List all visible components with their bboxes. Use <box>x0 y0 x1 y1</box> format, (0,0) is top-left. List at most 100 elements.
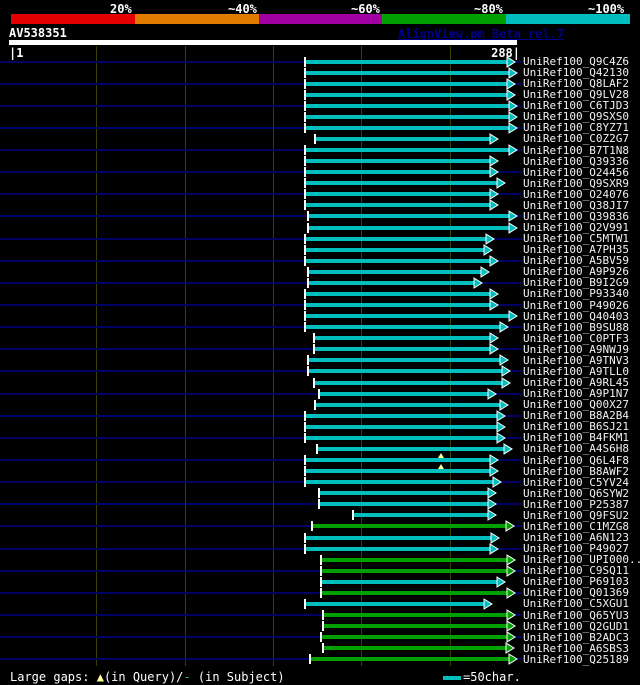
alignment-bar[interactable] <box>308 358 503 363</box>
arrowhead-icon <box>489 254 499 267</box>
alignment-bar[interactable] <box>304 469 492 474</box>
alignment-bar[interactable] <box>310 657 511 662</box>
alignment-start-tick <box>303 532 306 543</box>
query-gap-marker <box>438 452 444 458</box>
alignment-bar[interactable] <box>319 502 490 507</box>
alignment-bar[interactable] <box>320 568 510 573</box>
alignment-start-tick <box>318 499 320 510</box>
hit-label[interactable]: UniRef100_C0Z2G7 <box>523 133 629 144</box>
alignment-bar[interactable] <box>304 81 510 86</box>
hit-label[interactable]: UniRef100_Q2GUD1 <box>523 621 629 632</box>
hit-label[interactable]: UniRef100_Q65YU3 <box>523 610 629 621</box>
alignment-bar[interactable] <box>304 480 496 485</box>
alignment-bar[interactable] <box>304 92 510 97</box>
arrowhead-icon <box>487 387 497 400</box>
alignment-bar[interactable] <box>304 247 487 252</box>
alignment-bar[interactable] <box>304 125 511 130</box>
alignment-bar[interactable] <box>308 214 511 219</box>
hit-label[interactable]: UniRef100_Q6L4F8 <box>523 455 629 466</box>
alignment-start-tick <box>303 122 306 133</box>
hit-label[interactable]: UniRef100_A4S6H8 <box>523 443 629 454</box>
alignment-bar[interactable] <box>304 291 492 296</box>
alignment-bar[interactable] <box>320 590 510 595</box>
alignment-bar[interactable] <box>313 336 492 341</box>
alignment-bar[interactable] <box>308 269 483 274</box>
alignment-bar[interactable] <box>304 314 511 319</box>
alignment-bar[interactable] <box>352 513 490 518</box>
alignment-start-tick <box>312 377 315 388</box>
alignment-bar[interactable] <box>304 59 510 64</box>
alignment-bar[interactable] <box>304 181 499 186</box>
alignment-bar[interactable] <box>304 435 499 440</box>
alignment-bar[interactable] <box>304 148 511 153</box>
hit-label[interactable]: UniRef100_Q40403 <box>523 311 629 322</box>
alignment-start-tick <box>303 288 306 299</box>
alignment-bar[interactable] <box>320 635 510 640</box>
alignment-bar[interactable] <box>319 491 490 496</box>
alignment-bar[interactable] <box>313 347 492 352</box>
alignment-bar[interactable] <box>308 280 476 285</box>
alignment-bar[interactable] <box>304 601 487 606</box>
hit-label[interactable]: UniRef100_C5XGU1 <box>523 598 629 609</box>
alignment-start-tick <box>314 133 317 144</box>
hit-label[interactable]: UniRef100_B2ADC3 <box>523 632 629 643</box>
alignment-start-tick <box>316 443 319 454</box>
hit-label[interactable]: UniRef100_Q39336 <box>523 156 629 167</box>
alignment-row: UniRef100_C5YV24 <box>0 476 640 489</box>
alignment-bar[interactable] <box>304 325 503 330</box>
alignment-row: UniRef100_Q40403 <box>0 310 640 323</box>
alignment-bar[interactable] <box>313 380 504 385</box>
alignment-start-tick <box>309 654 312 665</box>
alignment-bar[interactable] <box>304 170 492 175</box>
alignment-bar[interactable] <box>304 203 492 208</box>
alignment-bar[interactable] <box>320 557 510 562</box>
arrowhead-icon <box>508 221 518 234</box>
alignment-bar[interactable] <box>320 579 499 584</box>
alignment-start-tick <box>303 432 306 443</box>
alignment-bar[interactable] <box>304 413 499 418</box>
hit-label[interactable]: UniRef100_B8AWF2 <box>523 466 629 477</box>
alignment-row: UniRef100_P49026 <box>0 299 640 311</box>
alignment-bar[interactable] <box>319 391 490 396</box>
hit-label[interactable]: UniRef100_Q25189 <box>523 654 629 665</box>
alignment-start-tick <box>303 145 306 156</box>
alignment-start-tick <box>303 78 306 89</box>
watermark-link[interactable]: AlignView.pm Beta rel.7 <box>398 27 564 41</box>
alignment-start-tick <box>303 156 306 167</box>
alignment-bar[interactable] <box>311 524 508 529</box>
alignment-bar[interactable] <box>304 535 494 540</box>
hit-label[interactable]: UniRef100_C5YV24 <box>523 477 629 488</box>
identity-scale-tick-label: ~80% <box>474 2 503 16</box>
arrowhead-icon <box>489 299 499 311</box>
alignment-bar[interactable] <box>304 114 511 119</box>
alignment-start-tick <box>303 455 306 466</box>
alignment-bar[interactable] <box>304 458 492 463</box>
alignment-bar[interactable] <box>304 70 511 75</box>
alignment-start-tick <box>319 576 322 587</box>
alignment-start-tick <box>303 421 306 432</box>
alignment-bar[interactable] <box>322 613 510 617</box>
alignment-bar[interactable] <box>304 159 492 164</box>
alignment-bar[interactable] <box>304 303 492 308</box>
alignment-row: UniRef100_B2ADC3 <box>0 631 640 644</box>
alignment-bar[interactable] <box>304 236 488 241</box>
alignment-row: UniRef100_B7T1N8 <box>0 144 640 156</box>
hit-label[interactable]: UniRef100_P49026 <box>523 300 629 311</box>
alignment-bar[interactable] <box>304 546 492 551</box>
alignment-bar[interactable] <box>315 402 503 407</box>
arrowhead-icon <box>506 586 517 599</box>
alignment-bar[interactable] <box>304 258 492 263</box>
legend: Large gaps: ▲(in Query)/- (in Subject) =… <box>0 669 640 685</box>
alignment-bar[interactable] <box>304 424 499 429</box>
alignment-bar[interactable] <box>322 624 510 629</box>
hit-label[interactable]: UniRef100_P93340 <box>523 288 629 299</box>
alignment-bar[interactable] <box>304 103 511 108</box>
alignment-bar[interactable] <box>317 446 506 451</box>
alignment-bar[interactable] <box>322 646 508 651</box>
alignment-start-tick <box>321 610 324 620</box>
hit-label[interactable]: UniRef100_B7T1N8 <box>523 145 629 156</box>
alignment-bar[interactable] <box>315 136 492 141</box>
alignment-bar[interactable] <box>304 192 492 197</box>
alignment-bar[interactable] <box>308 225 511 230</box>
alignment-bar[interactable] <box>308 369 504 374</box>
